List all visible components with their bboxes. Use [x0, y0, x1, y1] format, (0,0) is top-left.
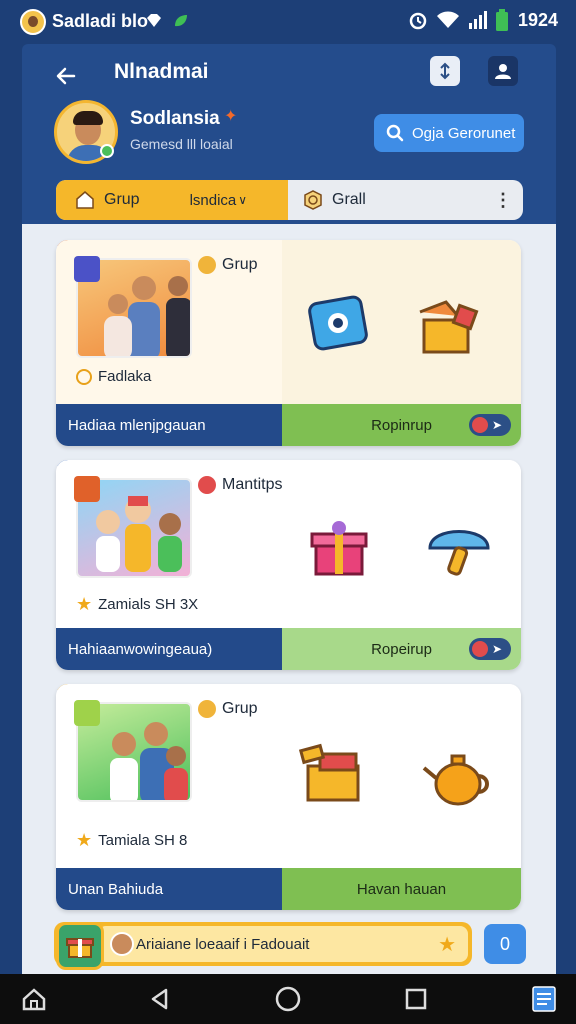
diamond-notification-icon [147, 14, 161, 27]
edit-icon [74, 700, 100, 726]
notes-app-button[interactable] [526, 982, 562, 1016]
alarm-icon [409, 12, 427, 30]
promo-text: Ariaiane loeaaif i Fadouait [136, 935, 310, 953]
wifi-icon [436, 11, 459, 28]
leaf-notification-icon [175, 15, 187, 27]
star-icon: ★ [76, 594, 93, 614]
group-card[interactable]: Grup ★ Tamiala SH 8 Unan Bahiuda Havan ha… [56, 684, 521, 910]
user-name: Sodlansia [130, 108, 220, 129]
star-icon: ★ [438, 934, 456, 956]
avatar [110, 932, 134, 956]
online-badge [100, 144, 114, 158]
coin-icon [198, 256, 216, 274]
status-time: 1924 [517, 9, 558, 30]
tab-bar: Grup lsndica ∨ Grall ⋮ [56, 180, 523, 220]
more-options-button[interactable]: ⋮ [489, 186, 517, 214]
card-subline: ★ Tamiala SH 8 [76, 830, 188, 850]
search-button-label: Ogja Gerorunet [412, 124, 516, 142]
mushroom-icon [428, 530, 490, 576]
card-tag: Mantitps [198, 476, 282, 494]
card-subline: Fadlaka [76, 368, 151, 385]
app-header: Nlnadmai Sodlansia ✦ Gemesd lll loaial O… [22, 44, 556, 224]
search-icon [386, 124, 404, 142]
promo-text-area: Ariaiane loeaaif i Fadouait [98, 926, 468, 962]
nav-back-button[interactable] [142, 982, 178, 1016]
chevron-down-icon: ∨ [238, 193, 248, 207]
badge-icon [304, 190, 322, 210]
edit-icon [74, 476, 100, 502]
battery-icon [495, 9, 508, 31]
star-icon: ★ [76, 830, 93, 850]
app-avatar-icon [20, 9, 46, 35]
nav-recents-button[interactable] [398, 982, 434, 1016]
gift-icon [310, 521, 368, 576]
promo-banner[interactable]: Ariaiane loeaaif i Fadouait ★ [54, 922, 472, 966]
coin-icon [198, 700, 216, 718]
card-footer-left[interactable]: Hadiaa mlenjpgauan [56, 404, 282, 446]
signal-icon [468, 11, 487, 29]
status-app-name: Sadladi blo [52, 11, 149, 31]
nav-home-button[interactable] [270, 982, 306, 1016]
card-footer-button[interactable]: Havan hauan [282, 868, 521, 910]
house-icon [76, 191, 94, 209]
status-bar: Sadladi blo 1924 [0, 0, 576, 44]
person-icon [495, 64, 511, 79]
teapot-icon [422, 754, 489, 806]
flame-icon: ✦ [224, 108, 238, 125]
gift-icon [66, 938, 94, 958]
arrow-right-icon: ➤ [492, 642, 503, 656]
card-tag: Grup [198, 700, 258, 718]
arrow-left-icon [56, 67, 76, 85]
ticket-icon [308, 295, 368, 351]
sort-button[interactable] [430, 56, 460, 86]
group-card[interactable]: Mantitps ★ Zamials SH 3X Hahiaanwowingeau… [56, 460, 521, 670]
user-subtitle: Gemesd lll loaial [130, 136, 233, 152]
sort-icon [440, 62, 450, 80]
page-title: Nlnadmai [114, 60, 209, 83]
home-app-button[interactable] [16, 982, 52, 1016]
house-icon [22, 988, 46, 1011]
badge-icon [198, 476, 216, 494]
group-card[interactable]: Grup Fadlaka Hadiaa mlenjpgauan Ropinrup… [56, 240, 521, 446]
gift-button[interactable] [56, 922, 104, 970]
circle-home-icon [275, 986, 301, 1012]
profile-button[interactable] [488, 56, 518, 86]
arrow-right-icon: ➤ [492, 418, 503, 432]
arrow-toggle[interactable]: ➤ [469, 414, 511, 436]
treasure-chest-icon [298, 743, 360, 802]
status-right-icons: 1924 [408, 9, 558, 31]
tab-grup-label: Grup [104, 191, 140, 208]
document-icon [532, 986, 556, 1012]
edit-icon [74, 256, 100, 282]
back-button[interactable] [48, 58, 84, 94]
tab-grall-label: Grall [332, 191, 366, 208]
tab-grall[interactable]: Grall [288, 180, 488, 220]
treasure-box-icon [419, 300, 479, 354]
card-subline: ★ Zamials SH 3X [76, 594, 199, 614]
card-footer-left[interactable]: Unan Bahiuda [56, 868, 282, 910]
search-button[interactable]: Ogja Gerorunet [374, 114, 524, 152]
triangle-back-icon [151, 988, 168, 1010]
tab-dropdown-label[interactable]: lsndica [190, 192, 237, 209]
promo-action-button[interactable]: 0 [484, 924, 526, 964]
tab-grup[interactable]: Grup lsndica ∨ [56, 180, 288, 220]
coin-icon [76, 368, 92, 385]
card-footer-left[interactable]: Hahiaanwowingeaua) [56, 628, 282, 670]
card-tag: Grup [198, 256, 258, 274]
square-recents-icon [405, 988, 427, 1010]
system-nav-bar [0, 974, 576, 1024]
arrow-toggle[interactable]: ➤ [469, 638, 511, 660]
